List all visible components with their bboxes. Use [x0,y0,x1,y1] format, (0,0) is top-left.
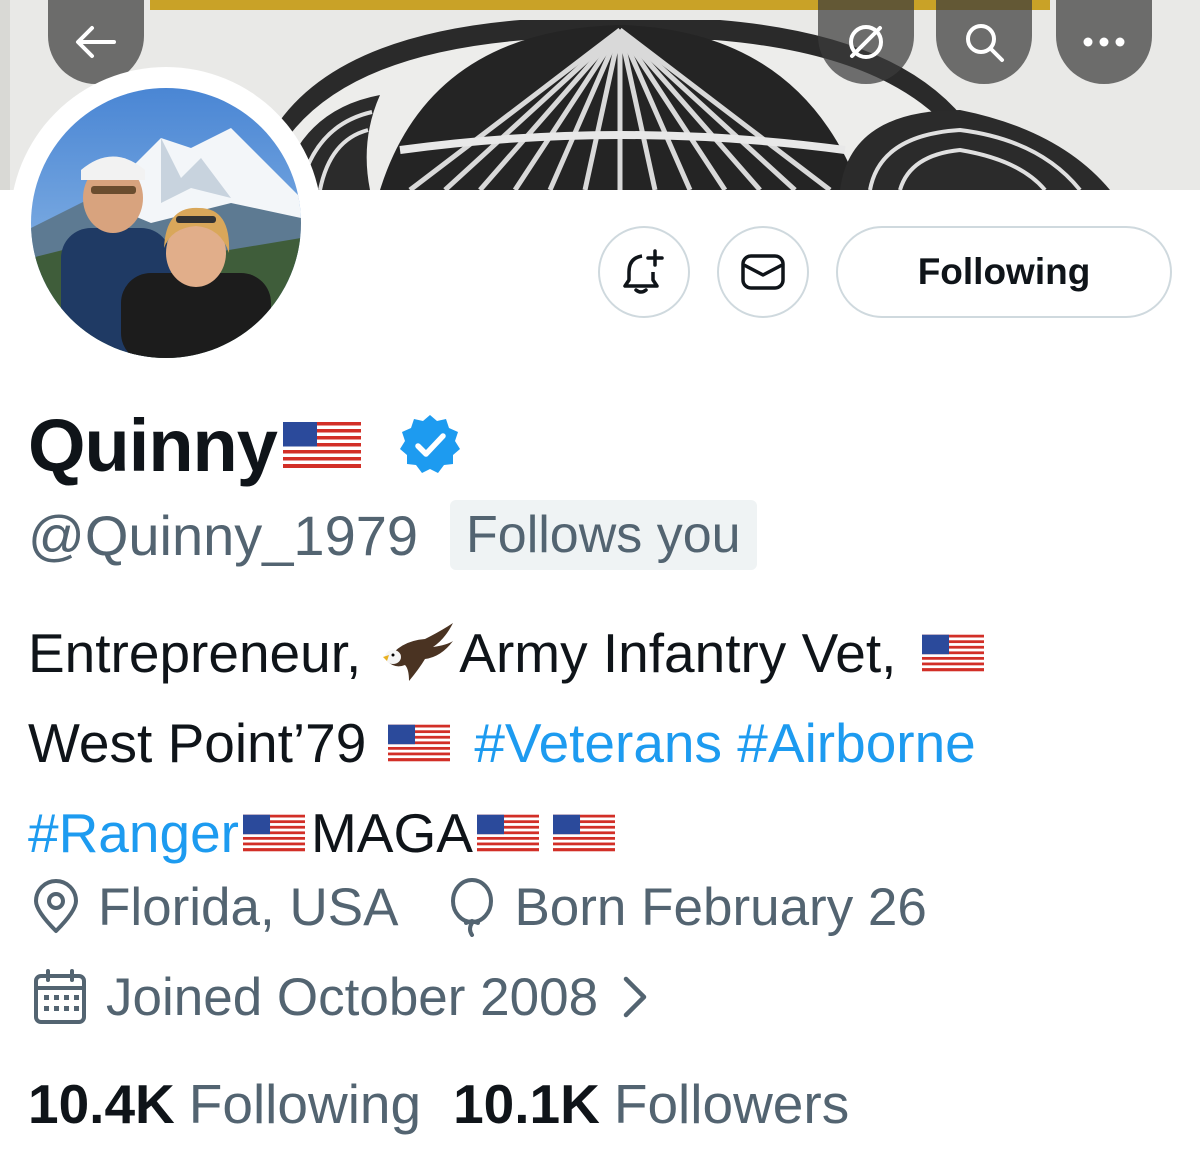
following-label: Following [188,1073,422,1135]
display-name: Quinny [28,403,278,487]
notifications-button[interactable] [598,226,690,318]
follows-you-badge: Follows you [450,500,757,570]
location-text: Florida, USA [98,877,399,937]
birthday-item: Born February 26 [446,877,927,938]
profile-meta-row: Florida, USA Born February 26 [30,872,927,942]
following-button[interactable]: Following [836,226,1172,318]
chevron-right-icon [623,976,647,1018]
search-icon [966,24,1004,62]
calendar-icon [34,969,86,1024]
location-pin-icon [34,879,78,933]
us-flag-icon [388,724,451,762]
us-flag-icon [282,422,361,468]
hashtag-links[interactable]: #Veterans #Airborne [474,698,975,788]
following-count: 10.4K [28,1073,175,1135]
hashtag-link[interactable]: #Ranger [28,788,239,878]
follow-stats: 10.4K Following 10.1K Followers [28,1066,849,1142]
bio-text: West Point’79 [28,712,367,774]
location-item: Florida, USA [30,877,398,938]
bio-text: MAGA [310,802,473,864]
profile-avatar[interactable] [10,67,322,379]
handle-row: @Quinny_1979 Follows you [28,498,757,572]
arrow-left-icon [76,26,116,58]
profile-name-row: Quinny [28,400,463,490]
followers-count: 10.1K [453,1073,600,1135]
us-flag-icon [922,634,985,672]
bio-text: Army Infantry Vet, [459,622,897,684]
user-handle: @Quinny_1979 [28,503,419,567]
followers-label: Followers [613,1073,850,1135]
joined-item[interactable]: Joined October 2008 [30,967,666,1028]
us-flag-icon [242,814,305,852]
envelope-icon [741,254,785,290]
joined-text: Joined October 2008 [106,967,599,1027]
avatar-photo [31,88,301,358]
us-flag-icon [476,814,539,852]
following-stat[interactable]: 10.4K Following [28,1072,421,1136]
bio-text: Entrepreneur, [28,622,362,684]
us-flag-icon [552,814,615,852]
eagle-icon [383,623,454,681]
more-dots-icon [1083,37,1125,47]
bell-plus-icon [623,249,664,294]
birthday-text: Born February 26 [514,877,927,937]
followers-stat[interactable]: 10.1K Followers [453,1072,849,1136]
message-button[interactable] [717,226,809,318]
joined-row[interactable]: Joined October 2008 [30,962,666,1032]
slash-circle-icon [849,25,883,59]
verified-badge-icon [399,415,460,473]
balloon-icon [451,878,494,937]
profile-bio: Entrepreneur, Army Infantry Vet, West Po… [28,608,1178,878]
